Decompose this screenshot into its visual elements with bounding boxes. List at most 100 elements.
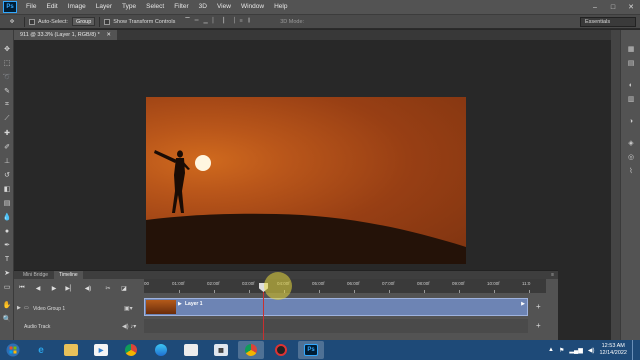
auto-select-checkbox[interactable] [29,18,35,25]
menu-view[interactable]: View [212,0,236,14]
align-bottom-icon[interactable]: ▁ [203,18,207,25]
window-controls: – □ ✕ [586,0,640,14]
channels-panel-icon[interactable]: ◎ [626,152,636,162]
pen-tool-icon[interactable]: ✒ [2,240,12,250]
split-clip-icon[interactable]: ✂ [104,284,112,292]
taskbar-chrome[interactable] [118,341,144,359]
next-frame-icon[interactable]: ▶▏ [65,284,74,292]
eraser-tool-icon[interactable]: ◧ [2,184,12,194]
menu-edit[interactable]: Edit [41,0,62,14]
swatches-panel-icon[interactable]: ▥ [626,94,636,104]
align-middle-icon[interactable]: ═ [195,18,199,25]
align-center-icon[interactable]: ┃ [222,18,225,25]
distribute-h-icon[interactable]: ⫼ [248,18,251,25]
menu-layer[interactable]: Layer [91,0,117,14]
audio-track-label[interactable]: Audio Track [24,324,50,330]
play-icon[interactable]: ▶ [50,284,58,292]
audio-track-lane[interactable] [144,319,528,333]
time-ruler[interactable]: 00 01:00f 02:00f 03:00f 04:00f 05:00f 06… [144,279,546,293]
start-button[interactable] [2,341,24,359]
move-tool-icon[interactable]: ✥ [2,44,12,54]
dodge-tool-icon[interactable]: ● [2,226,12,236]
auto-select-dropdown[interactable]: Group [71,17,96,26]
previous-frame-icon[interactable]: ◀ [34,284,42,292]
calendar-icon: ▦ [214,344,228,356]
quick-select-tool-icon[interactable]: ✎ [2,86,12,96]
volume-icon[interactable]: ◀) [588,347,595,354]
taskbar-photoshop[interactable]: Ps [298,341,324,359]
menu-window[interactable]: Window [236,0,269,14]
paths-panel-icon[interactable]: ⌇ [626,166,636,176]
taskbar-recorder[interactable] [268,341,294,359]
clock[interactable]: 12:53 AM 12/14/2022 [599,343,627,357]
distribute-icon[interactable]: ≡ [239,18,242,25]
layers-panel-icon[interactable]: ◈ [626,138,636,148]
crop-tool-icon[interactable]: ⌗ [2,100,12,110]
properties-panel-icon[interactable]: ▤ [626,58,636,68]
path-selection-tool-icon[interactable]: ➤ [2,268,12,278]
menu-image[interactable]: Image [63,0,91,14]
network-icon[interactable]: ▂▄▆ [569,347,582,354]
track-options-icon[interactable]: ▣▾ [124,305,133,312]
taskbar-files[interactable] [178,341,204,359]
align-right-icon[interactable]: ▕ [230,18,234,25]
show-desktop-button[interactable] [632,340,636,360]
taskbar-calendar[interactable]: ▦ [208,341,234,359]
go-to-first-frame-icon[interactable]: ⏮ [18,284,26,292]
maximize-button[interactable]: □ [604,0,622,14]
adjustments-panel-icon[interactable]: ◑ [626,116,636,126]
close-button[interactable]: ✕ [622,0,640,14]
expand-arrow-icon[interactable]: ▶ [17,305,21,311]
taskbar-explorer[interactable] [58,341,84,359]
brush-tool-icon[interactable]: ✐ [2,142,12,152]
taskbar-media-player[interactable]: ▶ [88,341,114,359]
workspace-switcher[interactable]: Essentials [580,17,636,27]
clip-end-arrow-icon[interactable]: ▶ [521,301,525,307]
zoom-tool-icon[interactable]: 🔍 [2,314,12,324]
close-tab-icon[interactable]: ✕ [106,32,111,38]
panel-menu-icon[interactable]: ≡ [551,272,554,278]
show-hidden-icons-icon[interactable]: ▲ [548,347,554,353]
menu-help[interactable]: Help [269,0,292,14]
type-tool-icon[interactable]: T [2,254,12,264]
document-tab[interactable]: 911 @ 33.3% (Layer 1, RGB/8) * ✕ [14,30,117,40]
transform-controls-label: Show Transform Controls [113,18,176,25]
audio-icon[interactable]: ◀) [84,284,92,292]
shape-tool-icon[interactable]: ▭ [2,282,12,292]
clip-arrow-icon[interactable]: ▶ [178,301,182,307]
clone-stamp-tool-icon[interactable]: ⊥ [2,156,12,166]
video-clip-layer-1[interactable]: ▶ Layer 1 ▶ [144,298,528,316]
mute-icon[interactable]: ◀) ♪▾ [122,323,136,330]
add-media-button[interactable]: + [536,302,541,311]
video-group-label[interactable]: Video Group 1 [33,306,65,312]
align-left-icon[interactable]: ▏ [213,18,217,25]
document-canvas[interactable] [146,97,466,264]
align-top-icon[interactable]: ▔ [185,18,189,25]
menu-select[interactable]: Select [141,0,169,14]
lasso-tool-icon[interactable]: ➰ [2,72,12,82]
taskbar-ie[interactable]: e [28,341,54,359]
color-panel-icon[interactable]: ◐ [626,80,636,90]
move-tool-preset-icon[interactable]: ✥ [4,16,20,28]
menu-3d[interactable]: 3D [194,0,212,14]
gradient-tool-icon[interactable]: ▤ [2,198,12,208]
menu-file[interactable]: File [21,0,41,14]
blur-tool-icon[interactable]: 💧 [2,212,12,222]
taskbar-edge[interactable] [148,341,174,359]
transform-controls-checkbox[interactable] [104,18,111,25]
menu-type[interactable]: Type [117,0,141,14]
hand-tool-icon[interactable]: ✋ [2,300,12,310]
eyedropper-tool-icon[interactable]: ⟋ [2,114,12,124]
flag-icon[interactable]: ⚑ [559,347,564,354]
healing-brush-tool-icon[interactable]: ✚ [2,128,12,138]
minimize-button[interactable]: – [586,0,604,14]
menu-filter[interactable]: Filter [169,0,193,14]
history-panel-icon[interactable]: ▦ [626,44,636,54]
transition-icon[interactable]: ◪ [120,284,128,292]
marquee-tool-icon[interactable]: ⬚ [2,58,12,68]
taskbar-chrome-2[interactable] [238,341,264,359]
add-audio-button[interactable]: + [536,321,541,330]
tick-mark [319,290,320,293]
history-brush-tool-icon[interactable]: ↺ [2,170,12,180]
ruler-tick: 05:00f [312,281,325,286]
